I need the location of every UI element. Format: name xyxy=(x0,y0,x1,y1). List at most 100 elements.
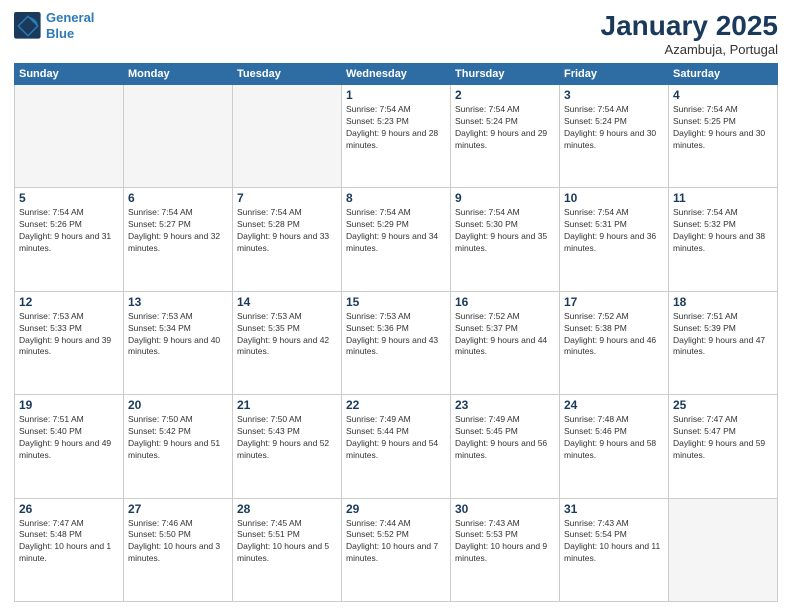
day-number: 26 xyxy=(19,502,119,516)
calendar-cell: 20 Sunrise: 7:50 AM Sunset: 5:42 PM Dayli… xyxy=(124,395,233,498)
day-number: 11 xyxy=(673,191,773,205)
calendar-cell: 28 Sunrise: 7:45 AM Sunset: 5:51 PM Dayli… xyxy=(233,498,342,601)
calendar-cell: 3 Sunrise: 7:54 AM Sunset: 5:24 PM Daylig… xyxy=(560,85,669,188)
calendar-cell: 14 Sunrise: 7:53 AM Sunset: 5:35 PM Dayli… xyxy=(233,291,342,394)
header-sunday: Sunday xyxy=(15,64,124,85)
day-info: Sunrise: 7:47 AM Sunset: 5:47 PM Dayligh… xyxy=(673,414,773,462)
day-number: 28 xyxy=(237,502,337,516)
calendar-cell: 1Sunrise: 7:54 AM Sunset: 5:23 PM Daylig… xyxy=(342,85,451,188)
day-number: 6 xyxy=(128,191,228,205)
day-number: 29 xyxy=(346,502,446,516)
calendar-cell: 4 Sunrise: 7:54 AM Sunset: 5:25 PM Daylig… xyxy=(669,85,778,188)
calendar-cell: 12 Sunrise: 7:53 AM Sunset: 5:33 PM Dayli… xyxy=(15,291,124,394)
day-info: Sunrise: 7:53 AM Sunset: 5:36 PM Dayligh… xyxy=(346,311,446,359)
calendar: Sunday Monday Tuesday Wednesday Thursday… xyxy=(14,63,778,602)
calendar-cell: 31Sunrise: 7:43 AM Sunset: 5:54 PM Dayli… xyxy=(560,498,669,601)
week-row-2: 5 Sunrise: 7:54 AM Sunset: 5:26 PM Daylig… xyxy=(15,188,778,291)
logo: General Blue xyxy=(14,10,94,41)
calendar-cell: 19Sunrise: 7:51 AM Sunset: 5:40 PM Dayli… xyxy=(15,395,124,498)
day-info: Sunrise: 7:54 AM Sunset: 5:24 PM Dayligh… xyxy=(564,104,664,152)
title-section: January 2025 Azambuja, Portugal xyxy=(601,10,778,57)
calendar-cell xyxy=(15,85,124,188)
calendar-cell: 17 Sunrise: 7:52 AM Sunset: 5:38 PM Dayli… xyxy=(560,291,669,394)
calendar-cell: 6Sunrise: 7:54 AM Sunset: 5:27 PM Daylig… xyxy=(124,188,233,291)
day-number: 19 xyxy=(19,398,119,412)
header-friday: Friday xyxy=(560,64,669,85)
calendar-cell: 9Sunrise: 7:54 AM Sunset: 5:30 PM Daylig… xyxy=(451,188,560,291)
page: General Blue January 2025 Azambuja, Port… xyxy=(0,0,792,612)
day-number: 2 xyxy=(455,88,555,102)
day-info: Sunrise: 7:45 AM Sunset: 5:51 PM Dayligh… xyxy=(237,518,337,566)
day-info: Sunrise: 7:53 AM Sunset: 5:35 PM Dayligh… xyxy=(237,311,337,359)
calendar-cell: 30Sunrise: 7:43 AM Sunset: 5:53 PM Dayli… xyxy=(451,498,560,601)
day-number: 17 xyxy=(564,295,664,309)
day-info: Sunrise: 7:54 AM Sunset: 5:26 PM Dayligh… xyxy=(19,207,119,255)
day-info: Sunrise: 7:48 AM Sunset: 5:46 PM Dayligh… xyxy=(564,414,664,462)
day-number: 5 xyxy=(19,191,119,205)
day-info: Sunrise: 7:53 AM Sunset: 5:33 PM Dayligh… xyxy=(19,311,119,359)
logo-icon xyxy=(14,12,42,40)
day-info: Sunrise: 7:54 AM Sunset: 5:25 PM Dayligh… xyxy=(673,104,773,152)
subtitle: Azambuja, Portugal xyxy=(601,42,778,57)
day-number: 7 xyxy=(237,191,337,205)
day-number: 4 xyxy=(673,88,773,102)
calendar-cell: 16 Sunrise: 7:52 AM Sunset: 5:37 PM Dayli… xyxy=(451,291,560,394)
logo-text: General Blue xyxy=(46,10,94,41)
day-number: 27 xyxy=(128,502,228,516)
calendar-cell: 23 Sunrise: 7:49 AM Sunset: 5:45 PM Dayli… xyxy=(451,395,560,498)
day-info: Sunrise: 7:54 AM Sunset: 5:28 PM Dayligh… xyxy=(237,207,337,255)
calendar-cell: 10 Sunrise: 7:54 AM Sunset: 5:31 PM Dayli… xyxy=(560,188,669,291)
day-number: 22 xyxy=(346,398,446,412)
day-info: Sunrise: 7:52 AM Sunset: 5:37 PM Dayligh… xyxy=(455,311,555,359)
day-info: Sunrise: 7:53 AM Sunset: 5:34 PM Dayligh… xyxy=(128,311,228,359)
week-row-4: 19Sunrise: 7:51 AM Sunset: 5:40 PM Dayli… xyxy=(15,395,778,498)
day-number: 18 xyxy=(673,295,773,309)
day-number: 12 xyxy=(19,295,119,309)
day-number: 16 xyxy=(455,295,555,309)
logo-line1: General xyxy=(46,10,94,25)
calendar-cell: 15 Sunrise: 7:53 AM Sunset: 5:36 PM Dayli… xyxy=(342,291,451,394)
day-info: Sunrise: 7:54 AM Sunset: 5:24 PM Dayligh… xyxy=(455,104,555,152)
day-number: 13 xyxy=(128,295,228,309)
header-monday: Monday xyxy=(124,64,233,85)
day-info: Sunrise: 7:54 AM Sunset: 5:29 PM Dayligh… xyxy=(346,207,446,255)
day-number: 23 xyxy=(455,398,555,412)
day-number: 25 xyxy=(673,398,773,412)
calendar-cell: 8 Sunrise: 7:54 AM Sunset: 5:29 PM Daylig… xyxy=(342,188,451,291)
calendar-cell: 22 Sunrise: 7:49 AM Sunset: 5:44 PM Dayli… xyxy=(342,395,451,498)
day-number: 24 xyxy=(564,398,664,412)
day-info: Sunrise: 7:50 AM Sunset: 5:42 PM Dayligh… xyxy=(128,414,228,462)
day-number: 31 xyxy=(564,502,664,516)
day-number: 9 xyxy=(455,191,555,205)
calendar-cell: 2 Sunrise: 7:54 AM Sunset: 5:24 PM Daylig… xyxy=(451,85,560,188)
calendar-cell xyxy=(233,85,342,188)
header-saturday: Saturday xyxy=(669,64,778,85)
calendar-cell: 5 Sunrise: 7:54 AM Sunset: 5:26 PM Daylig… xyxy=(15,188,124,291)
header-tuesday: Tuesday xyxy=(233,64,342,85)
day-number: 8 xyxy=(346,191,446,205)
calendar-cell: 13 Sunrise: 7:53 AM Sunset: 5:34 PM Dayli… xyxy=(124,291,233,394)
day-info: Sunrise: 7:49 AM Sunset: 5:45 PM Dayligh… xyxy=(455,414,555,462)
day-info: Sunrise: 7:49 AM Sunset: 5:44 PM Dayligh… xyxy=(346,414,446,462)
day-number: 21 xyxy=(237,398,337,412)
header: General Blue January 2025 Azambuja, Port… xyxy=(14,10,778,57)
day-number: 15 xyxy=(346,295,446,309)
calendar-cell: 24 Sunrise: 7:48 AM Sunset: 5:46 PM Dayli… xyxy=(560,395,669,498)
day-number: 3 xyxy=(564,88,664,102)
day-info: Sunrise: 7:54 AM Sunset: 5:31 PM Dayligh… xyxy=(564,207,664,255)
day-info: Sunrise: 7:54 AM Sunset: 5:23 PM Dayligh… xyxy=(346,104,446,152)
logo-line2: Blue xyxy=(46,26,74,41)
day-info: Sunrise: 7:52 AM Sunset: 5:38 PM Dayligh… xyxy=(564,311,664,359)
calendar-cell: 26Sunrise: 7:47 AM Sunset: 5:48 PM Dayli… xyxy=(15,498,124,601)
day-number: 10 xyxy=(564,191,664,205)
day-number: 14 xyxy=(237,295,337,309)
day-number: 20 xyxy=(128,398,228,412)
month-title: January 2025 xyxy=(601,10,778,42)
day-info: Sunrise: 7:51 AM Sunset: 5:39 PM Dayligh… xyxy=(673,311,773,359)
calendar-cell: 7 Sunrise: 7:54 AM Sunset: 5:28 PM Daylig… xyxy=(233,188,342,291)
day-info: Sunrise: 7:46 AM Sunset: 5:50 PM Dayligh… xyxy=(128,518,228,566)
day-info: Sunrise: 7:44 AM Sunset: 5:52 PM Dayligh… xyxy=(346,518,446,566)
week-row-5: 26Sunrise: 7:47 AM Sunset: 5:48 PM Dayli… xyxy=(15,498,778,601)
header-wednesday: Wednesday xyxy=(342,64,451,85)
day-info: Sunrise: 7:43 AM Sunset: 5:53 PM Dayligh… xyxy=(455,518,555,566)
